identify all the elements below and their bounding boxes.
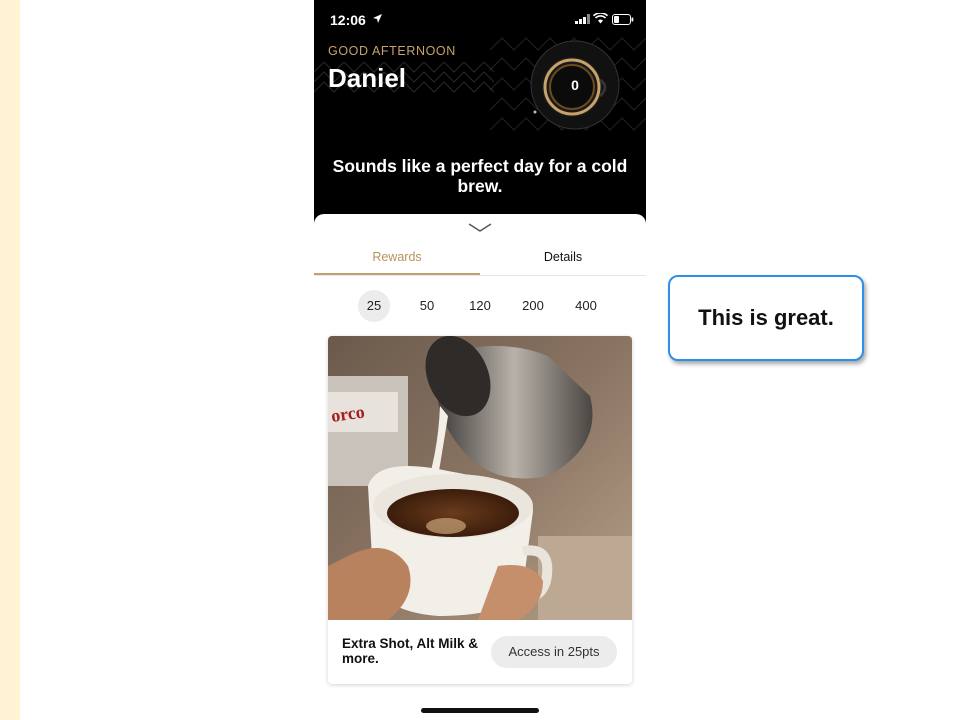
tab-details[interactable]: Details <box>480 250 646 264</box>
reward-title: Extra Shot, Alt Milk & more. <box>342 636 479 666</box>
tab-rewards[interactable]: Rewards <box>314 250 480 264</box>
side-strip <box>0 0 20 720</box>
battery-icon <box>612 14 634 25</box>
reward-card[interactable]: orco Extra Shot, Alt Milk & more. Access… <box>328 336 632 684</box>
weather-tagline: Sounds like a perfect day for a cold bre… <box>332 156 628 196</box>
status-bar: 12:06 <box>314 0 646 40</box>
tier-200[interactable]: 200 <box>517 290 549 322</box>
rewards-sheet: Rewards Details 25 50 120 200 400 orco E… <box>314 214 646 720</box>
header: 12:06 GOOD AFTERNOON Daniel 0 Sounds lik… <box>314 0 646 232</box>
phone-screen: 12:06 GOOD AFTERNOON Daniel 0 Sounds lik… <box>314 0 646 720</box>
home-indicator <box>421 708 539 713</box>
points-tier-selector: 25 50 120 200 400 <box>314 290 646 322</box>
chevron-down-icon[interactable] <box>468 222 492 234</box>
annotation-callout: This is great. <box>668 275 864 361</box>
greeting-text: GOOD AFTERNOON <box>328 44 456 58</box>
user-name: Daniel <box>328 63 407 93</box>
location-arrow-icon <box>373 14 382 23</box>
active-tab-indicator <box>314 273 480 275</box>
points-count: 0 <box>571 77 579 93</box>
tier-120[interactable]: 120 <box>464 290 496 322</box>
tier-25[interactable]: 25 <box>358 290 390 322</box>
signal-icon <box>575 14 590 24</box>
tier-50[interactable]: 50 <box>411 290 443 322</box>
latte-pour-photo: orco <box>328 336 632 620</box>
access-reward-button[interactable]: Access in 25pts <box>491 636 617 668</box>
tier-400[interactable]: 400 <box>570 290 602 322</box>
tab-bar: Rewards Details <box>314 246 646 276</box>
annotation-text: This is great. <box>698 305 834 330</box>
status-time: 12:06 <box>330 12 366 28</box>
wifi-icon <box>593 13 608 24</box>
